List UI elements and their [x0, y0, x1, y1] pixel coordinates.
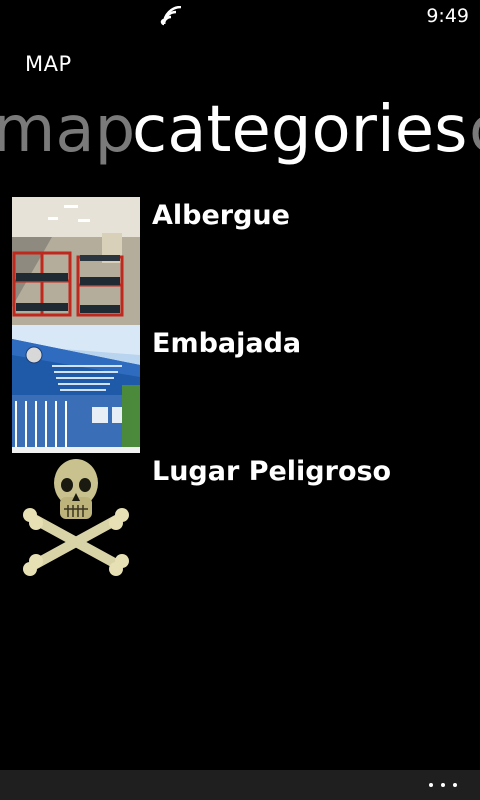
category-item-embajada[interactable]: Embajada — [12, 325, 480, 453]
ellipsis-dot — [429, 783, 433, 787]
status-bar: 9:49 — [0, 0, 480, 32]
ellipsis-icon[interactable] — [429, 778, 457, 792]
pivot-tab-map[interactable]: map — [0, 88, 135, 172]
consulate-thumbnail — [12, 325, 140, 453]
ellipsis-dot — [441, 783, 445, 787]
ellipsis-dot — [453, 783, 457, 787]
hostel-thumbnail — [12, 197, 140, 325]
category-list: Albergue Embajada Lugar Peligroso — [12, 197, 480, 581]
category-label: Embajada — [152, 328, 302, 359]
pivot-tab-categories[interactable]: categories — [132, 88, 467, 172]
category-label: Lugar Peligroso — [152, 456, 392, 487]
category-label: Albergue — [152, 200, 290, 231]
app-title: MAP — [25, 52, 72, 76]
category-item-albergue[interactable]: Albergue — [12, 197, 480, 325]
category-item-lugar-peligroso[interactable]: Lugar Peligroso — [12, 453, 480, 581]
pivot-headers: map categories c — [0, 88, 480, 172]
status-clock: 9:49 — [426, 5, 469, 27]
skull-crossbones-thumbnail — [12, 453, 140, 581]
pivot-tab-next[interactable]: c — [469, 88, 480, 172]
wifi-signal-icon — [160, 5, 184, 26]
application-bar — [0, 770, 480, 800]
